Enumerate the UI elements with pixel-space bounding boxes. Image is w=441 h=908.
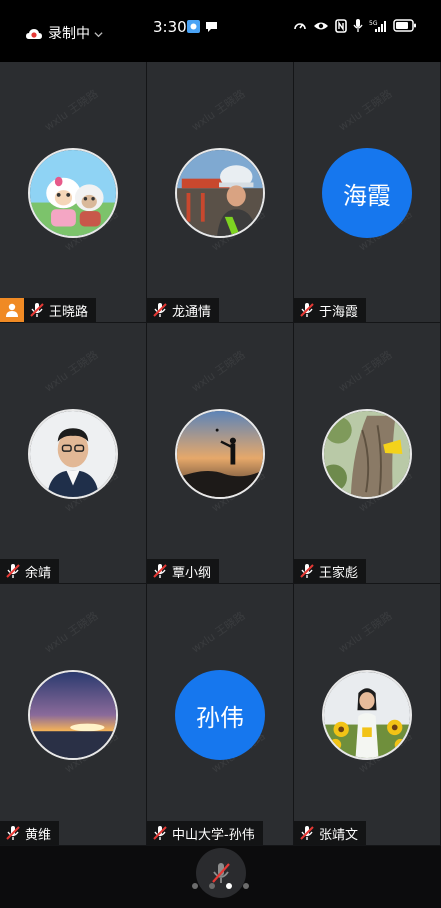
participant-name-tag: 于海霞 [294,298,367,322]
signal-icon: 5G [369,20,386,32]
bottom-bar [0,846,441,908]
participant-tile[interactable]: wxlu 王晓路 wxlu 王晓路 余靖 [0,323,147,584]
participant-name: 龙通情 [172,304,212,320]
battery-icon [393,19,416,32]
participant-name-tag: 王家彪 [294,559,367,583]
participant-name-tag: 覃小纲 [147,559,220,583]
participant-name: 于海霞 [319,304,359,320]
watermark: wxlu 王晓路 [336,348,395,395]
watermark: wxlu 王晓路 [42,87,101,134]
participant-name-tag: 余靖 [0,559,60,583]
participant-name-tag: 龙通情 [147,298,220,322]
watermark: wxlu 王晓路 [42,348,101,395]
avatar [175,409,265,499]
participant-name: 中山大学-孙伟 [172,827,255,843]
recording-label[interactable]: 录制中 [48,25,90,43]
participant-tile[interactable]: wxlu 王晓路 wxlu 王晓路 [147,323,294,584]
participant-tile[interactable]: wxlu 王晓路 wxlu 王晓路 张靖文 [294,584,441,846]
microphone-muted-icon [153,564,167,578]
watermark: wxlu 王晓路 [336,87,395,134]
participant-name-tag: 黄维 [0,821,60,845]
host-icon [0,298,24,322]
page-dot[interactable] [243,883,249,889]
svg-text:5G: 5G [369,20,378,27]
chat-notification-icon [206,22,217,32]
page-dot-active[interactable] [226,883,232,889]
page-dot[interactable] [209,883,215,889]
participant-name: 张靖文 [319,827,359,843]
avatar [28,409,118,499]
participant-tile[interactable]: wxlu 王晓路 wxlu 王晓路 海霞 于海霞 [294,62,441,323]
cloud-record-icon[interactable] [25,25,43,43]
app-notification-icon [187,20,200,33]
microphone-muted-icon [153,826,167,840]
microphone-muted-icon [6,826,20,840]
avatar [322,670,412,760]
participant-name: 王家彪 [319,565,359,581]
watermark: wxlu 王晓路 [336,609,395,656]
microphone-muted-icon [300,826,314,840]
participant-name: 黄维 [25,827,52,843]
microphone-icon [353,19,363,32]
microphone-muted-icon [153,303,167,317]
avatar [28,148,118,238]
participant-name: 余靖 [25,565,52,581]
watermark: wxlu 王晓路 [189,87,248,134]
microphone-muted-icon [300,303,314,317]
participant-grid: wxlu 王晓路 wxlu 王晓路 wxlu 王晓路 wxlu 龙通情 wxlu… [0,62,441,846]
participant-name: 王晓路 [49,304,89,320]
participant-tile[interactable]: wxlu 王晓路 wxlu 王晓路 王家彪 [294,323,441,584]
clock: 3:30 [153,18,187,36]
participant-tile[interactable]: wxlu 王晓路 wxlu 王晓路 [0,584,147,846]
chevron-down-icon[interactable] [94,30,103,39]
watermark: wxlu 王晓路 [189,348,248,395]
participant-tile[interactable]: wxlu 王晓路 wxlu 王晓路 孙伟 中山大学-孙伟 [147,584,294,846]
nfc-icon [335,18,347,33]
page-dot[interactable] [192,883,198,889]
avatar [28,670,118,760]
avatar [322,409,412,499]
participant-tile[interactable]: wxlu 王晓路 wxlu 王晓路 龙通情 [147,62,294,323]
speedometer-icon [294,22,306,29]
text-avatar: 海霞 [322,148,412,238]
page-indicator[interactable] [192,883,249,889]
participant-name-tag: 王晓路 [0,298,97,322]
microphone-muted-icon [6,564,20,578]
participant-name: 覃小纲 [172,565,212,581]
participant-tile[interactable]: wxlu 王晓路 wxlu 王晓路 [0,62,147,323]
microphone-muted-icon [300,564,314,578]
text-avatar: 孙伟 [175,670,265,760]
watermark: wxlu 王晓路 [42,609,101,656]
microphone-muted-icon [30,303,44,317]
participant-name-tag: 中山大学-孙伟 [147,821,263,845]
participant-name-tag: 张靖文 [294,821,367,845]
mute-toggle-button[interactable] [196,848,246,898]
avatar [175,148,265,238]
status-bar: 录制中 3:30 5G [0,0,441,62]
eye-icon [314,22,328,29]
watermark: wxlu 王晓路 [189,609,248,656]
